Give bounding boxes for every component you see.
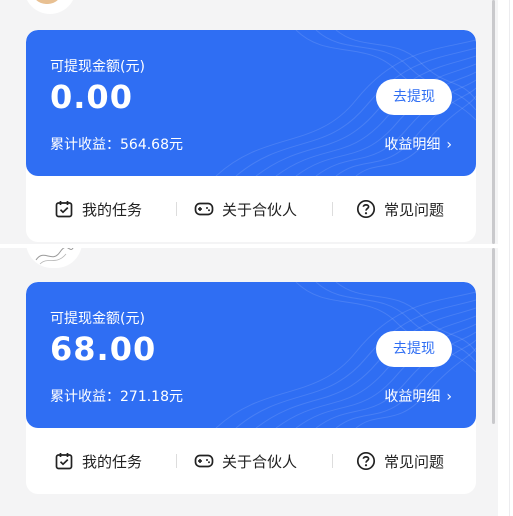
divider	[176, 454, 177, 468]
cumulative-earnings: 累计收益：271.18元	[50, 389, 183, 405]
about-partner-button[interactable]: 关于合伙人	[194, 198, 297, 220]
about-partner-label: 关于合伙人	[222, 452, 298, 471]
faq-label: 常见问题	[384, 452, 445, 471]
divider	[332, 202, 333, 216]
divider	[332, 454, 333, 468]
earnings-detail-label: 收益明细	[384, 389, 441, 405]
earnings-detail-link[interactable]: 收益明细 ›	[384, 134, 452, 154]
balance-label: 可提现金额(元)	[50, 59, 145, 75]
scrollbar[interactable]	[492, 0, 495, 244]
divider	[176, 202, 177, 216]
action-bar: 我的任务 关于合伙人 常见问题	[26, 428, 476, 494]
chevron-right-icon: ›	[446, 137, 452, 153]
gamepad-icon	[194, 451, 214, 471]
avatar	[24, 0, 76, 14]
calendar-check-icon	[54, 451, 74, 471]
balance-label: 可提现金额(元)	[50, 311, 145, 327]
wallet-card: 可提现金额(元) 68.00 去提现 累计收益：271.18元 收益明细 › 我的…	[26, 282, 476, 494]
my-tasks-label: 我的任务	[82, 200, 143, 219]
faq-button[interactable]: 常见问题	[356, 198, 444, 220]
question-circle-icon	[356, 451, 376, 471]
about-partner-label: 关于合伙人	[222, 200, 298, 219]
avatar	[26, 248, 82, 268]
earnings-detail-label: 收益明细	[384, 137, 441, 153]
balance-amount: 68.00	[50, 330, 157, 368]
right-strip	[498, 0, 513, 516]
chevron-right-icon: ›	[446, 389, 452, 405]
my-tasks-button[interactable]: 我的任务	[54, 198, 142, 220]
wallet-card: 可提现金额(元) 0.00 去提现 累计收益：564.68元 收益明细 › 我的任…	[26, 30, 476, 242]
balance-banner: 可提现金额(元) 0.00 去提现 累计收益：564.68元 收益明细 ›	[26, 30, 476, 176]
earnings-detail-link[interactable]: 收益明细 ›	[384, 386, 452, 406]
calendar-check-icon	[54, 199, 74, 219]
about-partner-button[interactable]: 关于合伙人	[194, 450, 297, 472]
my-tasks-button[interactable]: 我的任务	[54, 450, 142, 472]
action-bar: 我的任务 关于合伙人 常见问题	[26, 176, 476, 242]
withdraw-button[interactable]: 去提现	[376, 331, 452, 367]
balance-amount: 0.00	[50, 78, 133, 116]
gamepad-icon	[194, 199, 214, 219]
balance-banner: 可提现金额(元) 68.00 去提现 累计收益：271.18元 收益明细 ›	[26, 282, 476, 428]
edge-divider	[509, 0, 510, 516]
question-circle-icon	[356, 199, 376, 219]
wallet-panel-1: 可提现金额(元) 0.00 去提现 累计收益：564.68元 收益明细 › 我的任…	[0, 0, 498, 244]
withdraw-button[interactable]: 去提现	[376, 79, 452, 115]
wallet-panel-2: ... 可提现金额(元) 68.00	[0, 248, 498, 516]
scrollbar[interactable]	[492, 248, 495, 424]
faq-label: 常见问题	[384, 200, 445, 219]
my-tasks-label: 我的任务	[82, 452, 143, 471]
user-name: ...	[96, 248, 116, 254]
cumulative-earnings: 累计收益：564.68元	[50, 137, 183, 153]
faq-button[interactable]: 常见问题	[356, 450, 444, 472]
